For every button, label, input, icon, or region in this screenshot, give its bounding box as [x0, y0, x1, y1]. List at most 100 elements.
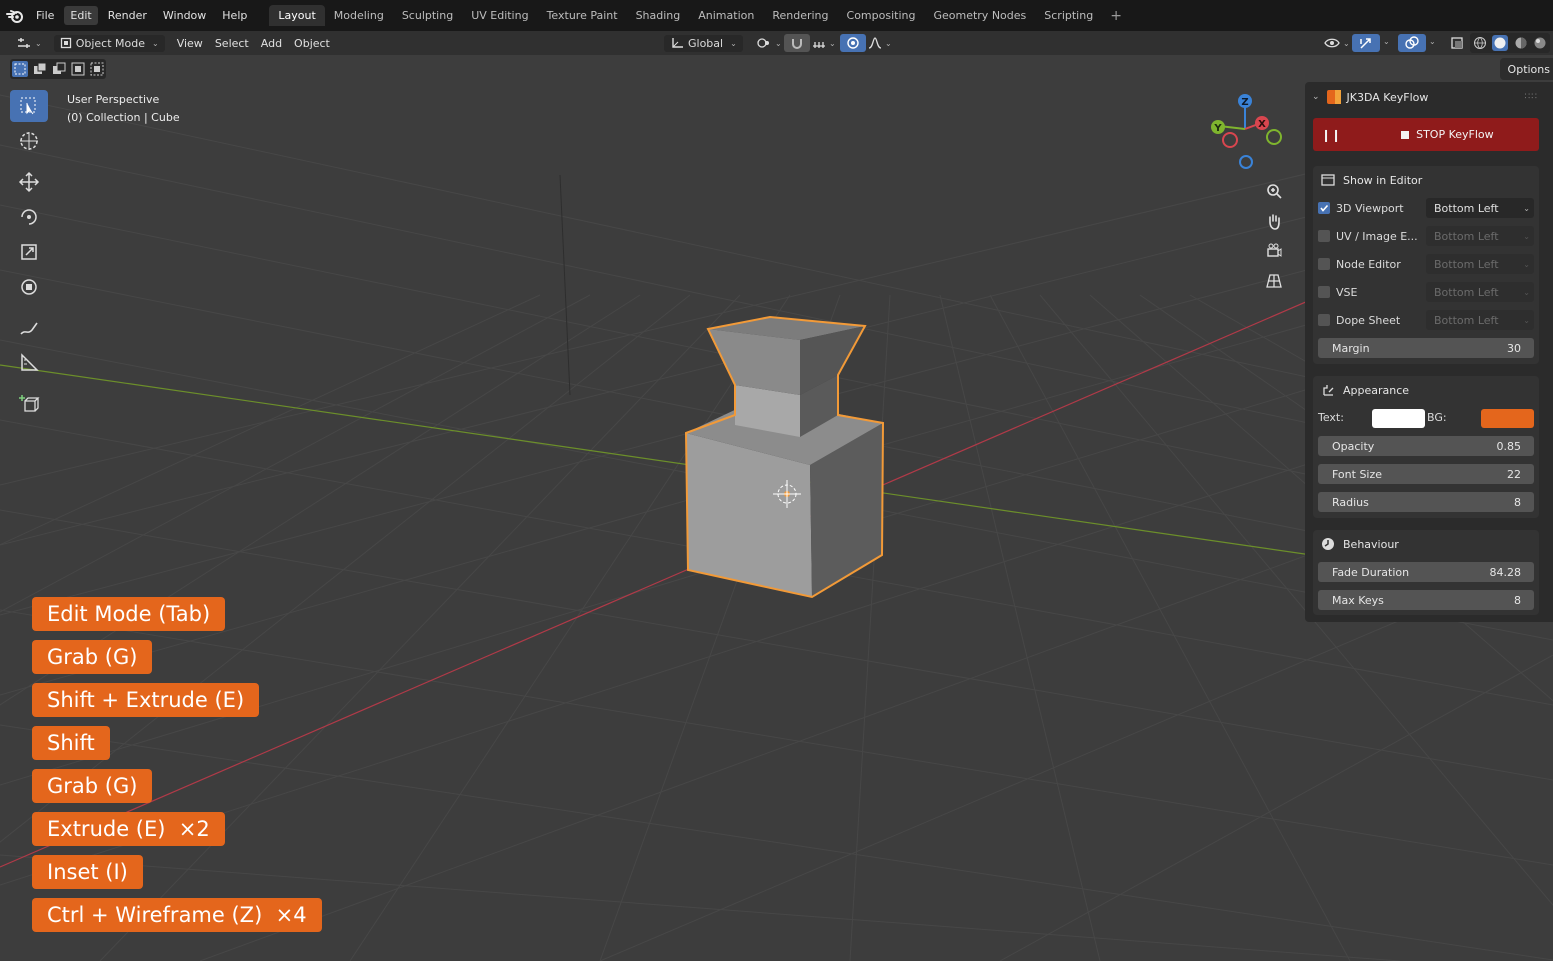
- zoom-icon[interactable]: [1262, 179, 1286, 203]
- perspective-grid-icon[interactable]: [1262, 269, 1286, 293]
- tab-uv-editing[interactable]: UV Editing: [462, 5, 537, 26]
- move-tool[interactable]: [10, 166, 48, 198]
- gizmos-toggle[interactable]: [1352, 34, 1380, 52]
- editor-row-3d-viewport[interactable]: 3D Viewport: [1318, 198, 1404, 218]
- text-color-swatch[interactable]: [1372, 409, 1425, 428]
- opacity-field[interactable]: Opacity 0.85: [1318, 436, 1534, 456]
- editor-row-node-editor[interactable]: Node Editor: [1318, 254, 1401, 274]
- keyflow-panel-header[interactable]: ⌄ JK3DA KeyFlow ∷∷: [1310, 86, 1538, 108]
- rotate-icon: [21, 209, 37, 225]
- falloff-select[interactable]: ⌄: [862, 35, 898, 51]
- tab-scripting[interactable]: Scripting: [1035, 5, 1102, 26]
- transform-tool[interactable]: [10, 271, 48, 303]
- tab-compositing[interactable]: Compositing: [838, 5, 925, 26]
- rotate-tool[interactable]: [10, 201, 48, 233]
- select-invert-icon[interactable]: [71, 62, 85, 76]
- menu-object[interactable]: Object: [288, 35, 336, 52]
- menu-edit[interactable]: Edit: [64, 6, 98, 25]
- select-extend-icon[interactable]: [33, 62, 47, 76]
- add-workspace-button[interactable]: +: [1102, 8, 1130, 24]
- tab-texture-paint[interactable]: Texture Paint: [538, 5, 627, 26]
- pan-hand-icon[interactable]: [1262, 209, 1286, 233]
- cursor-tool[interactable]: [10, 125, 48, 157]
- text-color-label: Text:: [1318, 411, 1344, 424]
- editor-row-uv-image[interactable]: UV / Image E...: [1318, 226, 1418, 246]
- max-keys-label: Max Keys: [1332, 593, 1384, 607]
- editor-label: 3D Viewport: [1336, 201, 1404, 215]
- checkbox-uv-image[interactable]: [1318, 230, 1330, 242]
- select-box-tool[interactable]: [10, 90, 48, 122]
- radius-label: Radius: [1332, 495, 1369, 509]
- editor-type-button[interactable]: ⌄: [10, 34, 48, 52]
- navigation-gizmo[interactable]: Z X Y: [1205, 93, 1295, 173]
- bg-color-swatch[interactable]: [1481, 409, 1534, 428]
- annotate-tool[interactable]: [10, 312, 48, 344]
- rendered-shading-icon[interactable]: [1533, 36, 1547, 50]
- fade-duration-field[interactable]: Fade Duration 84.28: [1318, 562, 1534, 582]
- snap-increment-icon: [813, 42, 825, 48]
- menu-select[interactable]: Select: [209, 35, 255, 52]
- camera-view-icon[interactable]: [1262, 239, 1286, 263]
- wireframe-shading-icon[interactable]: [1473, 36, 1487, 50]
- appearance-title: Appearance: [1343, 383, 1410, 397]
- drag-handle-icon[interactable]: ∷∷: [1525, 92, 1538, 102]
- appearance-header[interactable]: Appearance: [1313, 376, 1539, 404]
- mode-select[interactable]: Object Mode ⌄: [53, 34, 165, 52]
- editor-row-vse[interactable]: VSE: [1318, 282, 1357, 302]
- add-cube-icon: [19, 395, 40, 412]
- menu-render[interactable]: Render: [102, 6, 153, 25]
- pivot-point-button[interactable]: ⌄: [750, 34, 788, 52]
- margin-field[interactable]: Margin 30: [1318, 338, 1534, 358]
- overlays-toggle[interactable]: [1398, 34, 1426, 52]
- menu-add[interactable]: Add: [255, 35, 288, 52]
- add-cube-tool[interactable]: [10, 388, 48, 420]
- menu-view[interactable]: View: [171, 35, 209, 52]
- tab-animation[interactable]: Animation: [689, 5, 763, 26]
- max-keys-field[interactable]: Max Keys 8: [1318, 590, 1534, 610]
- stop-keyflow-button[interactable]: ❙❙ STOP KeyFlow: [1313, 118, 1539, 151]
- menu-window[interactable]: Window: [157, 6, 212, 25]
- gizmos-dropdown-icon[interactable]: ⌄: [1383, 37, 1390, 46]
- select-subtract-icon[interactable]: [52, 62, 66, 76]
- tab-shading[interactable]: Shading: [627, 5, 690, 26]
- checkbox-node-editor[interactable]: [1318, 258, 1330, 270]
- show-in-editor-header[interactable]: Show in Editor: [1313, 166, 1539, 194]
- orientation-axes-icon: [672, 38, 683, 48]
- font-size-field[interactable]: Font Size 22: [1318, 464, 1534, 484]
- brush-icon: [1323, 385, 1334, 396]
- checkbox-dope-sheet[interactable]: [1318, 314, 1330, 326]
- checkbox-vse[interactable]: [1318, 286, 1330, 298]
- xray-toggle[interactable]: [1444, 34, 1470, 52]
- transform-orientation-select[interactable]: Global ⌄: [664, 34, 743, 52]
- show-in-editor-title: Show in Editor: [1343, 173, 1423, 187]
- snap-target-select[interactable]: ⌄: [806, 35, 842, 51]
- blender-logo-icon[interactable]: [2, 0, 28, 31]
- editor-row-dope-sheet[interactable]: Dope Sheet: [1318, 310, 1400, 330]
- tab-modeling[interactable]: Modeling: [325, 5, 393, 26]
- measure-tool[interactable]: [10, 347, 48, 379]
- gizmo-x-label: X: [1258, 119, 1266, 130]
- options-button[interactable]: Options: [1500, 58, 1553, 80]
- scale-tool[interactable]: [10, 236, 48, 268]
- checkbox-3d-viewport[interactable]: [1318, 202, 1330, 214]
- menu-help[interactable]: Help: [216, 6, 253, 25]
- overlays-icon: [1405, 36, 1419, 49]
- tab-rendering[interactable]: Rendering: [763, 5, 837, 26]
- collapse-chevron-icon[interactable]: ⌄: [1312, 92, 1320, 102]
- select-new-icon[interactable]: [12, 61, 29, 77]
- visibility-select[interactable]: ⌄: [1318, 34, 1356, 52]
- behaviour-header[interactable]: Behaviour: [1313, 530, 1539, 558]
- position-select-3d-viewport[interactable]: Bottom Left ⌄: [1426, 198, 1534, 218]
- tab-layout[interactable]: Layout: [269, 5, 325, 26]
- material-shading-icon[interactable]: [1514, 36, 1528, 50]
- pause-icon: ❙❙: [1321, 127, 1342, 142]
- tab-sculpting[interactable]: Sculpting: [393, 5, 462, 26]
- select-intersect-icon[interactable]: [90, 62, 104, 76]
- radius-field[interactable]: Radius 8: [1318, 492, 1534, 512]
- overlays-dropdown-icon[interactable]: ⌄: [1429, 37, 1436, 46]
- solid-shading-icon[interactable]: [1492, 35, 1509, 51]
- key-overlay-item: Edit Mode (Tab): [32, 597, 226, 631]
- tab-geometry-nodes[interactable]: Geometry Nodes: [924, 5, 1035, 26]
- bg-color-label: BG:: [1427, 411, 1447, 424]
- menu-file[interactable]: File: [30, 6, 60, 25]
